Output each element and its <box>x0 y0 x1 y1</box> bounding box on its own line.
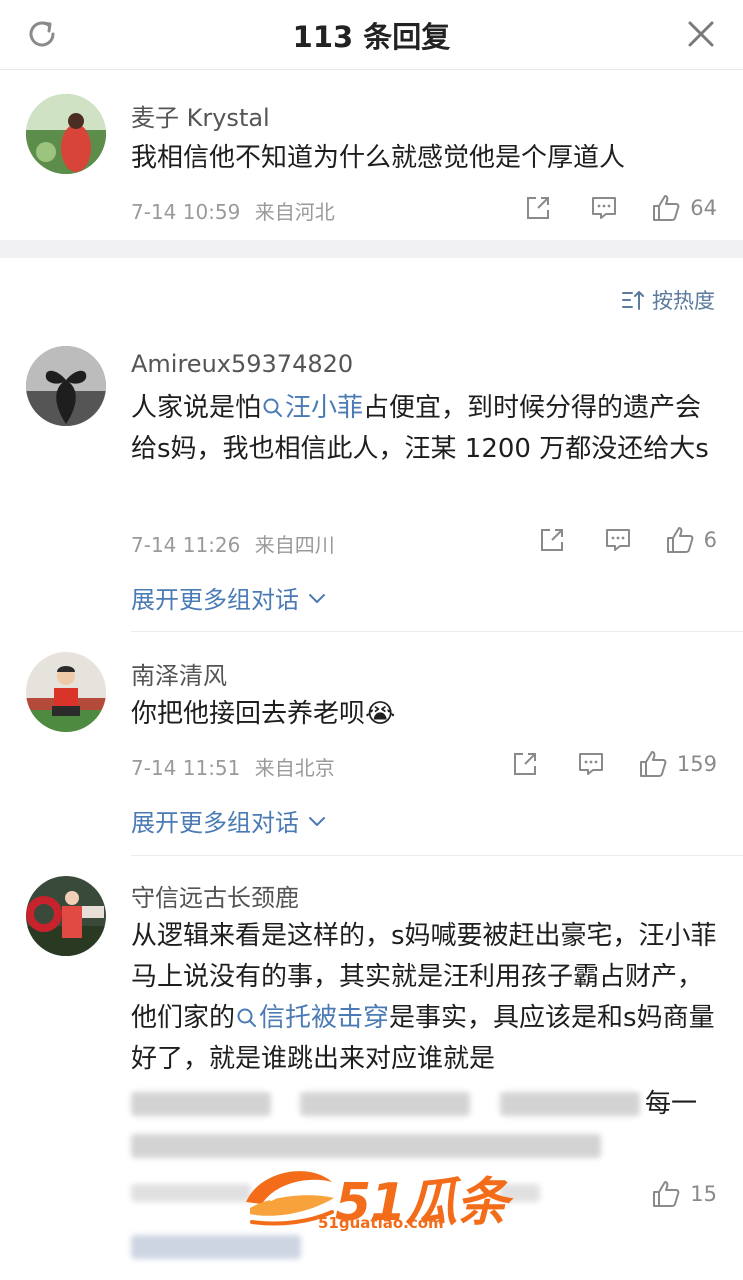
comment-actions: 159 <box>505 746 717 782</box>
comment-icon[interactable] <box>571 746 611 782</box>
blurred-text <box>131 1134 601 1158</box>
blurred-text <box>300 1092 470 1116</box>
topic-link[interactable]: 汪小菲 <box>261 393 363 423</box>
watermark-url: 51guatiao.com <box>318 1214 444 1232</box>
comment-text: 你把他接回去养老呗😭 <box>131 694 721 735</box>
divider <box>131 855 743 856</box>
comment-text: 我相信他不知道为什么就感觉他是个厚道人 <box>131 143 626 173</box>
comment-meta: 7-14 11:51 来自北京 <box>131 752 335 781</box>
sort-icon <box>622 291 644 310</box>
share-icon[interactable] <box>518 190 558 226</box>
watermark-logo: 51瓜条 51guatiao.com <box>240 1158 510 1238</box>
comment-actions: 6 <box>532 522 717 558</box>
top-comment: 麦子 Krystal 我相信他不知道为什么就感觉他是个厚道人 7-14 10:5… <box>0 70 743 240</box>
comment-item: Amireux59374820 人家说是怕 汪小菲占便宜，到时候分得的遗产会给s妈… <box>0 340 743 632</box>
expand-conversation-button[interactable]: 展开更多组对话 <box>131 803 327 838</box>
close-icon[interactable] <box>681 14 721 54</box>
avatar[interactable] <box>26 876 106 956</box>
partial-text: 每一 <box>645 1089 698 1119</box>
comment-text: 从逻辑来看是这样的，s妈喊要被赶出豪宅，汪小菲马上说没有的事，其实就是汪利用孩子… <box>131 916 721 1080</box>
blurred-meta <box>131 1184 251 1202</box>
like-count: 159 <box>676 752 717 776</box>
crying-emoji-icon: 😭 <box>365 699 396 729</box>
username[interactable]: Amireux59374820 <box>131 350 353 378</box>
topic-link-label: 信托被击穿 <box>259 1003 390 1033</box>
username[interactable]: 守信远古长颈鹿 <box>131 878 299 913</box>
comment-location: 来自河北 <box>254 200 335 224</box>
comment-location: 来自北京 <box>254 756 335 780</box>
comment-item: 南泽清风 你把他接回去养老呗😭 7-14 11:51 来自北京 159 展开更多… <box>0 650 743 856</box>
sort-label: 按热度 <box>652 289 715 313</box>
share-icon[interactable] <box>505 746 545 782</box>
comment-text-part: 人家说是怕 <box>131 393 262 423</box>
blurred-text <box>131 1092 271 1116</box>
avatar[interactable] <box>26 346 106 426</box>
avatar[interactable] <box>26 652 106 732</box>
comment-time: 7-14 11:51 <box>131 756 241 780</box>
comment-text-part: 你把他接回去养老呗 <box>131 699 366 729</box>
expand-label: 展开更多组对话 <box>131 809 299 837</box>
like-button[interactable]: 15 <box>650 1178 717 1210</box>
expand-label: 展开更多组对话 <box>131 586 299 614</box>
comment-icon[interactable] <box>584 190 624 226</box>
like-count: 15 <box>690 1182 717 1206</box>
comment-meta: 7-14 10:59 来自河北 <box>131 196 335 225</box>
comment-actions: 15 <box>650 1178 717 1210</box>
comment-icon[interactable] <box>598 522 638 558</box>
search-icon <box>263 398 283 417</box>
expand-conversation-button[interactable]: 展开更多组对话 <box>131 580 327 615</box>
avatar[interactable] <box>26 94 106 174</box>
section-separator <box>0 240 743 258</box>
username[interactable]: 麦子 Krystal <box>131 98 270 133</box>
blurred-expand <box>131 1235 301 1259</box>
like-button[interactable]: 6 <box>664 524 717 556</box>
comment-time: 7-14 10:59 <box>131 200 241 224</box>
comment-meta: 7-14 11:26 来自四川 <box>131 529 335 558</box>
like-count: 64 <box>690 196 717 220</box>
topic-link-label: 汪小菲 <box>285 393 364 423</box>
comment-actions: 64 <box>518 190 717 226</box>
like-button[interactable]: 159 <box>637 748 717 780</box>
divider <box>131 631 743 632</box>
like-button[interactable]: 64 <box>650 192 717 224</box>
sort-button[interactable]: 按热度 <box>620 284 715 316</box>
top-bar: 113 条回复 <box>0 0 743 70</box>
blurred-text <box>500 1092 640 1116</box>
share-icon[interactable] <box>532 522 572 558</box>
page-title: 113 条回复 <box>292 20 451 54</box>
comment-location: 来自四川 <box>254 533 335 557</box>
chevron-down-icon <box>309 816 325 826</box>
chevron-down-icon <box>309 593 325 603</box>
username[interactable]: 南泽清风 <box>131 656 227 691</box>
like-count: 6 <box>703 528 717 552</box>
comment-time: 7-14 11:26 <box>131 533 241 557</box>
search-icon <box>237 1008 257 1027</box>
comment-text: 人家说是怕 汪小菲占便宜，到时候分得的遗产会给s妈，我也相信此人，汪某 1200 … <box>131 388 721 470</box>
topic-link[interactable]: 信托被击穿 <box>235 1003 389 1033</box>
